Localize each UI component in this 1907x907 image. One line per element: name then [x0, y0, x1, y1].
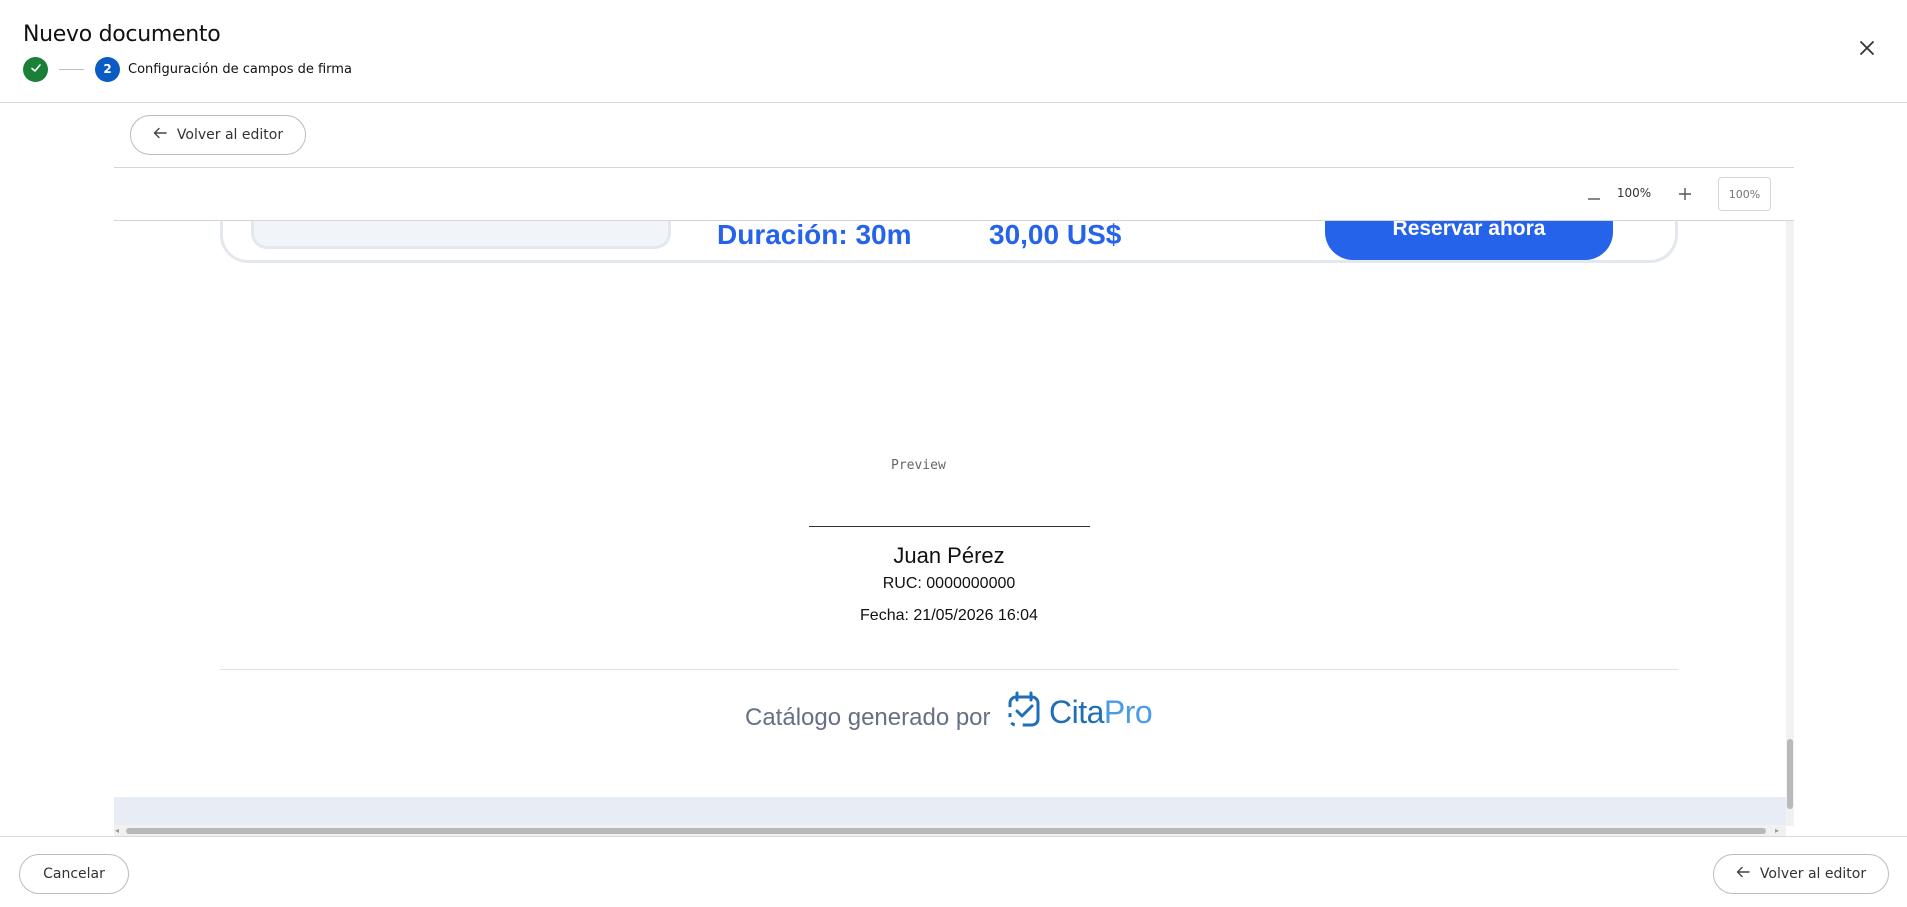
zoom-toolbar: 100%: [114, 168, 1794, 221]
close-icon: [1859, 40, 1875, 61]
vertical-scrollbar-thumb[interactable]: [1787, 739, 1793, 809]
signature-line[interactable]: [809, 526, 1090, 527]
scroll-right-arrow-icon[interactable]: ▸: [1775, 826, 1779, 835]
reserve-now-button[interactable]: Reservar ahora: [1325, 221, 1613, 260]
signer-date: Fecha: 21/05/2026 16:04: [860, 607, 1038, 624]
wizard-footer: Cancelar Volver al editor: [0, 836, 1907, 907]
scroll-left-arrow-icon[interactable]: ◂: [115, 826, 119, 835]
arrow-left-icon: [1736, 866, 1750, 882]
document-wizard: Nuevo documento 2 Configuración de campo…: [0, 0, 1907, 907]
calendar-check-icon: [1007, 691, 1043, 734]
step-connector: [59, 68, 84, 70]
back-to-editor-label: Volver al editor: [176, 127, 284, 143]
back-to-editor-button-bottom[interactable]: Volver al editor: [1713, 854, 1889, 894]
logo-text-pro: Pro: [1103, 693, 1153, 730]
close-button[interactable]: [1855, 38, 1879, 62]
zoom-in-button[interactable]: [1671, 180, 1699, 208]
step-2-active[interactable]: 2: [95, 56, 120, 82]
service-price: 30,00 US$: [989, 221, 1122, 250]
signature-preview-label: Preview: [891, 458, 946, 473]
citapro-logo: CitaPro: [1007, 691, 1153, 734]
step-2-label: Configuración de campos de firma: [128, 61, 352, 77]
arrow-left-icon: [153, 127, 167, 143]
zoom-input[interactable]: [1718, 177, 1771, 211]
page-title: Nuevo documento: [23, 22, 221, 47]
stepper: 2 Configuración de campos de firma: [23, 56, 352, 82]
zoom-level: 100%: [1616, 186, 1652, 200]
horizontal-scrollbar[interactable]: ◂ ▸: [114, 825, 1786, 836]
back-to-editor-button-top[interactable]: Volver al editor: [130, 115, 306, 155]
signer-name: Juan Pérez: [893, 543, 1005, 568]
zoom-out-button[interactable]: [1580, 180, 1608, 208]
check-icon: [30, 62, 42, 77]
step-1-completed[interactable]: [23, 56, 48, 82]
cancel-button[interactable]: Cancelar: [19, 854, 129, 894]
logo-text: CitaPro: [1049, 693, 1153, 731]
generated-by-text: Catálogo generado por: [745, 704, 991, 731]
document-footer-divider: [220, 669, 1678, 670]
plus-icon: [1679, 183, 1691, 206]
document-viewer[interactable]: Duración: 30m 30,00 US$ Reservar ahora P…: [114, 221, 1794, 836]
vertical-scrollbar[interactable]: [1786, 221, 1794, 826]
horizontal-scrollbar-thumb[interactable]: [126, 828, 1766, 834]
service-duration: Duración: 30m: [717, 221, 912, 250]
wizard-header: Nuevo documento 2 Configuración de campo…: [0, 0, 1907, 103]
signer-ruc: RUC: 0000000000: [882, 575, 1016, 592]
back-to-editor-label: Volver al editor: [1759, 866, 1867, 882]
service-image-placeholder: [251, 221, 671, 249]
minus-icon: [1588, 184, 1600, 205]
logo-text-cita: Cita: [1049, 693, 1104, 730]
